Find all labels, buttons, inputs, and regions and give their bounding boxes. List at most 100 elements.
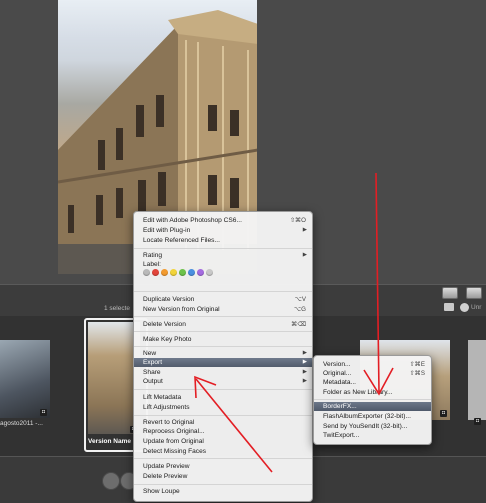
shortcut-label: ⇧⌘O [289, 217, 306, 224]
menu-separator [134, 458, 312, 459]
shortcut-label: ⇧⌘S [409, 370, 426, 377]
menu-item-folder-as-new-library[interactable]: Folder as New Library... [314, 388, 431, 397]
menu-item-label: New [143, 350, 157, 357]
grid-icon[interactable] [444, 303, 454, 311]
menu-item-revert-to-original[interactable]: Revert to Original [134, 418, 312, 427]
menu-item-label-title: Label: [134, 260, 312, 269]
menu-item-label: Metadata... [323, 379, 356, 386]
menu-item-label: Lift Adjustments [143, 404, 190, 411]
label-color-purple[interactable] [197, 269, 204, 276]
menu-item-label: Export [143, 359, 163, 366]
menu-item-label: Reprocess Original... [143, 428, 205, 435]
label-color-gray[interactable] [206, 269, 213, 276]
menu-separator [134, 331, 312, 332]
menu-item-label: BorderFX... [323, 403, 357, 410]
menu-separator [134, 415, 312, 416]
thumbnail[interactable] [0, 340, 50, 418]
selected-count: 1 selecte [104, 305, 131, 312]
menu-separator [134, 291, 312, 292]
menu-item-label: TwitExport... [323, 432, 360, 439]
menu-item-label: Delete Preview [143, 473, 188, 480]
menu-item-label: Label: [143, 261, 161, 268]
view-toggle-button[interactable] [442, 287, 458, 299]
shortcut-label: ⌘⌫ [291, 321, 306, 328]
label-color-red[interactable] [152, 269, 159, 276]
menu-item-label: Rating [143, 252, 163, 259]
label-color-blue[interactable] [188, 269, 195, 276]
menu-item-edit-with-plugin[interactable]: Edit with Plug-in ▶ [134, 226, 312, 235]
menu-item-export-version[interactable]: Version... ⇧⌘E [314, 360, 431, 369]
label-color-none[interactable] [143, 269, 150, 276]
menu-item-lift-metadata[interactable]: Lift Metadata [134, 393, 312, 402]
menu-item-lift-adjustments[interactable]: Lift Adjustments [134, 403, 312, 412]
menu-item-delete-preview[interactable]: Delete Preview [134, 472, 312, 481]
menu-item-label: Delete Version [143, 321, 186, 328]
menu-item-label: Detect Missing Faces [143, 448, 207, 455]
menu-item-duplicate-version[interactable]: Duplicate Version ⌥V [134, 295, 312, 304]
menu-item-new[interactable]: New ▶ [134, 349, 312, 358]
menu-item-output[interactable]: Output ▶ [134, 377, 312, 386]
context-menu: Edit with Adobe Photoshop CS6... ⇧⌘O Edit… [133, 211, 313, 502]
menu-item-label: Edit with Adobe Photoshop CS6... [143, 217, 242, 224]
menu-item-label: Output [143, 378, 163, 385]
menu-item-export[interactable]: Export ▶ [134, 358, 312, 367]
menu-separator [134, 484, 312, 485]
menu-item-update-preview[interactable]: Update Preview [134, 462, 312, 471]
menu-item-export-original[interactable]: Original... ⇧⌘S [314, 369, 431, 378]
menu-item-borderfx[interactable]: BorderFX... [314, 402, 431, 411]
menu-item-label: Share [143, 369, 161, 376]
color-label-picker [143, 269, 215, 278]
menu-item-label: Revert to Original [143, 419, 195, 426]
menu-separator [134, 248, 312, 249]
submenu-arrow-icon: ▶ [302, 350, 307, 356]
menu-separator [134, 389, 312, 390]
menu-item-reprocess-original[interactable]: Reprocess Original... [134, 427, 312, 436]
menu-item-label: Show Loupe [143, 488, 180, 495]
label-color-green[interactable] [179, 269, 186, 276]
menu-item-label: Original... [323, 370, 352, 377]
options-button[interactable] [466, 287, 482, 299]
thumbnail-caption: Version Name [88, 438, 131, 445]
menu-item-make-key-photo[interactable]: Make Key Photo [134, 335, 312, 344]
shortcut-label: ⇧⌘E [409, 361, 426, 368]
badge-icon: ◘ [40, 409, 47, 416]
submenu-arrow-icon: ▶ [302, 227, 307, 233]
menu-item-label: FlashAlbumExporter (32-bit)... [323, 413, 411, 420]
export-submenu: Version... ⇧⌘E Original... ⇧⌘S Metadata...… [313, 355, 432, 445]
submenu-arrow-icon: ▶ [302, 378, 307, 384]
rotate-left-button[interactable] [102, 472, 120, 490]
filter-icon[interactable] [460, 303, 469, 312]
thumbnail[interactable] [468, 340, 486, 420]
badge-icon: ◘ [474, 418, 481, 425]
menu-item-send-by-yousendit[interactable]: Send by YouSendIt (32-bit)... [314, 422, 431, 431]
menu-item-update-from-original[interactable]: Update from Original [134, 437, 312, 446]
menu-item-label: Version... [323, 361, 351, 368]
menu-item-label: Make Key Photo [143, 336, 192, 343]
label-color-orange[interactable] [161, 269, 168, 276]
menu-item-detect-missing-faces[interactable]: Detect Missing Faces [134, 447, 312, 456]
menu-item-export-metadata[interactable]: Metadata... [314, 378, 431, 387]
menu-item-locate-referenced-files[interactable]: Locate Referenced Files... [134, 236, 312, 245]
menu-item-twitexport[interactable]: TwitExport... [314, 431, 431, 440]
menu-item-label: Edit with Plug-in [143, 227, 191, 234]
submenu-arrow-icon: ▶ [302, 369, 307, 375]
thumbnail-caption: agosto2011 -... [0, 420, 43, 427]
menu-separator [134, 316, 312, 317]
label-color-yellow[interactable] [170, 269, 177, 276]
menu-item-new-version-from-original[interactable]: New Version from Original ⌥G [134, 305, 312, 314]
menu-item-label: Folder as New Library... [323, 389, 393, 396]
menu-item-edit-with-photoshop[interactable]: Edit with Adobe Photoshop CS6... ⇧⌘O [134, 216, 312, 225]
menu-item-label: Lift Metadata [143, 394, 182, 401]
shortcut-label: ⌥V [294, 296, 306, 303]
submenu-arrow-icon: ▶ [302, 252, 307, 258]
menu-item-share[interactable]: Share ▶ [134, 368, 312, 377]
menu-item-label: Send by YouSendIt (32-bit)... [323, 423, 408, 430]
submenu-arrow-icon: ▶ [302, 359, 307, 365]
menu-item-label: New Version from Original [143, 306, 220, 313]
menu-item-delete-version[interactable]: Delete Version ⌘⌫ [134, 320, 312, 329]
menu-item-show-loupe[interactable]: Show Loupe [134, 487, 312, 496]
menu-item-flashalbumexporter[interactable]: FlashAlbumExporter (32-bit)... [314, 412, 431, 421]
menu-item-rating[interactable]: Rating ▶ [134, 251, 312, 260]
filter-label[interactable]: Unr [471, 304, 481, 311]
menu-item-label: Duplicate Version [143, 296, 195, 303]
